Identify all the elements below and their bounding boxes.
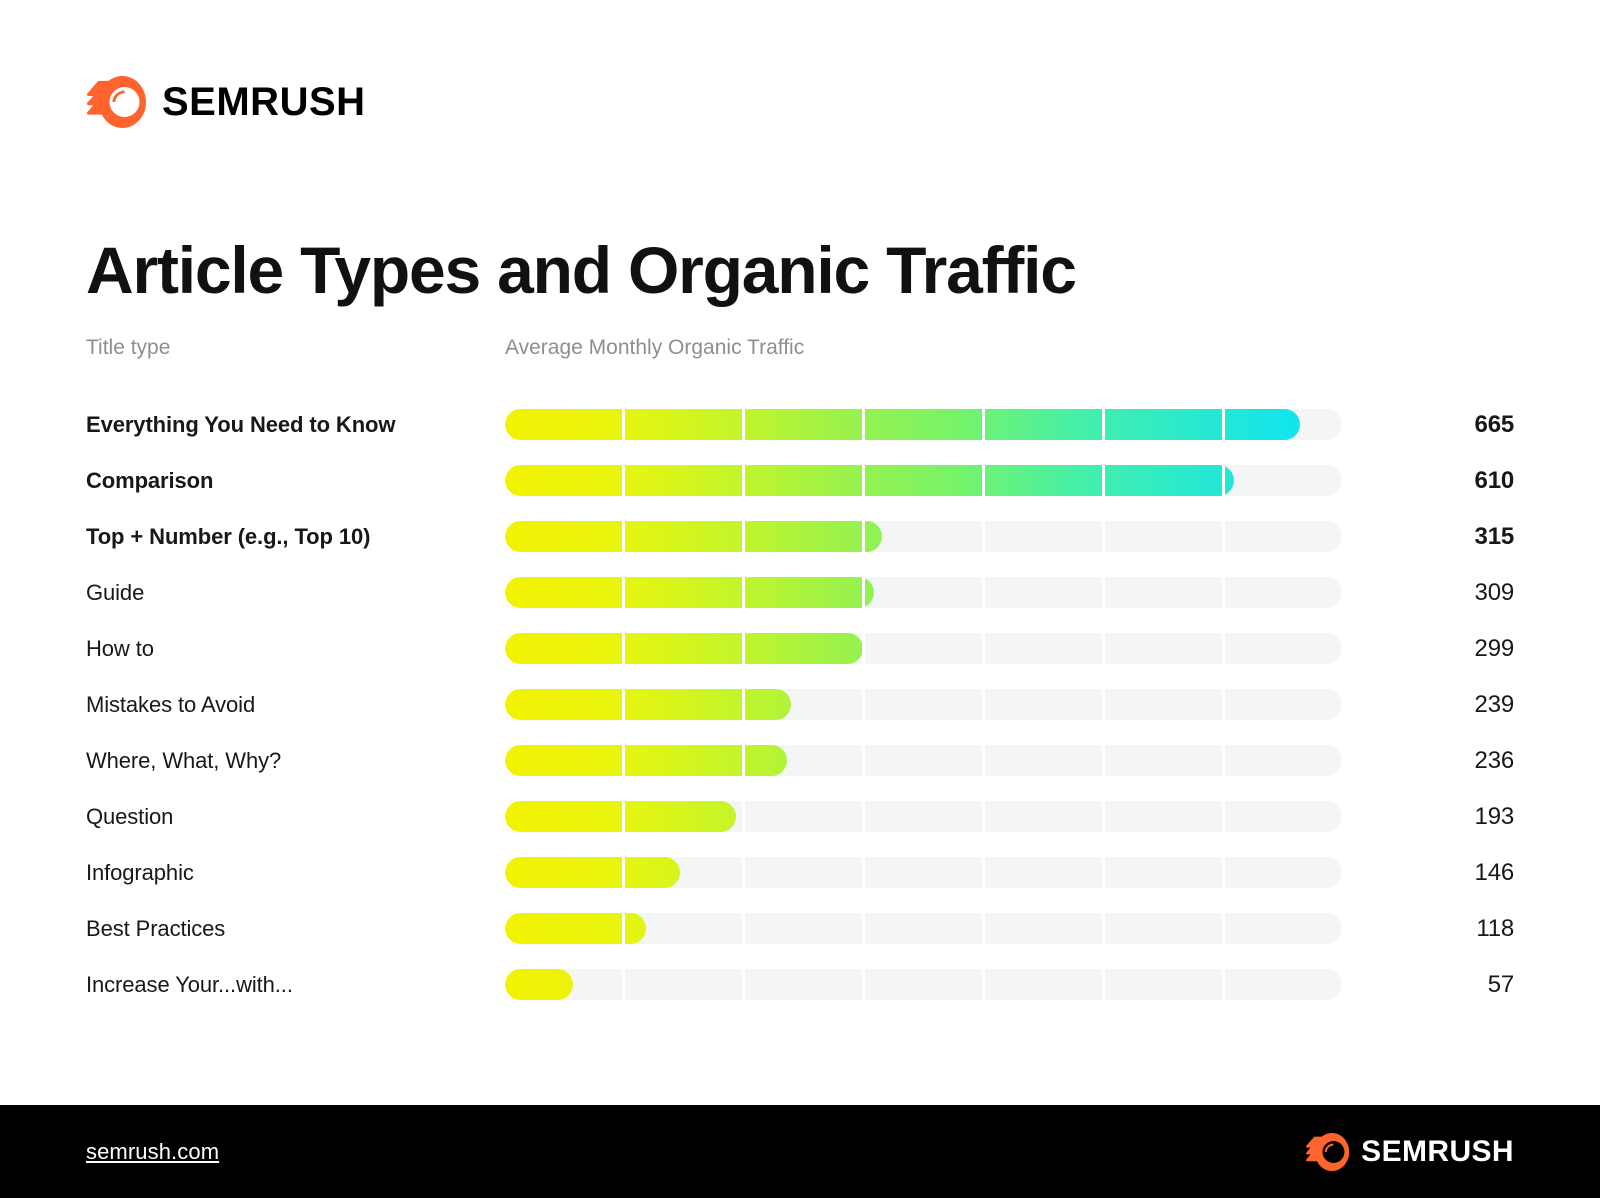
row-value: 315 xyxy=(1474,522,1515,550)
row-label: Infographic xyxy=(86,859,194,885)
row-label: Guide xyxy=(86,579,145,605)
bar-fill xyxy=(505,577,874,608)
bar-track xyxy=(505,577,1342,608)
column-header-traffic: Average Monthly Organic Traffic xyxy=(505,336,805,359)
table-row: Best Practices 118 xyxy=(86,913,1514,944)
bar-fill xyxy=(505,465,1234,496)
bar-fill xyxy=(505,969,573,1000)
page-title: Article Types and Organic Traffic xyxy=(86,233,1077,308)
table-row: How to 299 xyxy=(86,633,1514,664)
bar-fill xyxy=(505,745,787,776)
bar-track xyxy=(505,465,1342,496)
footer-website-link[interactable]: semrush.com xyxy=(86,1139,219,1165)
row-label: Top + Number (e.g., Top 10) xyxy=(86,523,371,549)
table-row: Mistakes to Avoid 239 xyxy=(86,689,1514,720)
bar-track xyxy=(505,857,1342,888)
row-value: 309 xyxy=(1474,578,1515,606)
row-label: Everything You Need to Know xyxy=(86,411,396,437)
bar-track xyxy=(505,521,1342,552)
row-value: 118 xyxy=(1476,914,1514,942)
row-value: 193 xyxy=(1474,802,1515,830)
row-label: Question xyxy=(86,803,174,829)
brand-logo: SEMRUSH xyxy=(86,76,366,128)
row-value: 239 xyxy=(1474,690,1515,718)
row-value: 610 xyxy=(1474,466,1515,494)
row-value: 57 xyxy=(1487,970,1514,998)
bar-fill xyxy=(505,913,646,944)
row-label: How to xyxy=(86,635,154,661)
brand-name: SEMRUSH xyxy=(162,80,366,124)
table-row: Everything You Need to Know 665 xyxy=(86,409,1514,440)
row-value: 299 xyxy=(1474,634,1515,662)
bar-track xyxy=(505,969,1342,1000)
table-row: Guide 309 xyxy=(86,577,1514,608)
semrush-comet-icon xyxy=(86,76,146,128)
bar-track xyxy=(505,745,1342,776)
row-label: Best Practices xyxy=(86,915,226,941)
bar-chart: Title type Average Monthly Organic Traff… xyxy=(86,336,1514,1000)
column-header-title-type: Title type xyxy=(86,336,171,359)
bar-fill xyxy=(505,689,791,720)
footer-brand-name: SEMRUSH xyxy=(1361,1134,1514,1168)
chart-rows: Everything You Need to Know 665 Comparison… xyxy=(86,409,1514,1000)
bar-track xyxy=(505,801,1342,832)
row-label: Mistakes to Avoid xyxy=(86,691,256,717)
row-label: Where, What, Why? xyxy=(86,747,282,773)
bar-fill xyxy=(505,521,882,552)
bar-fill xyxy=(505,409,1300,440)
row-value: 146 xyxy=(1474,858,1515,886)
row-label: Comparison xyxy=(86,467,214,493)
bar-track xyxy=(505,409,1342,440)
footer-bar: semrush.com SEMRUSH xyxy=(0,1105,1600,1198)
bar-fill xyxy=(505,633,863,664)
table-row: Increase Your...with... 57 xyxy=(86,969,1514,1000)
bar-gridlines xyxy=(505,969,1342,1000)
table-row: Infographic 146 xyxy=(86,857,1514,888)
bar-fill xyxy=(505,857,680,888)
table-row: Top + Number (e.g., Top 10) 315 xyxy=(86,521,1514,552)
chart-column-headers: Title type Average Monthly Organic Traff… xyxy=(86,336,1514,376)
row-label: Increase Your...with... xyxy=(86,971,293,997)
row-value: 236 xyxy=(1474,746,1515,774)
table-row: Comparison 610 xyxy=(86,465,1514,496)
table-row: Where, What, Why? 236 xyxy=(86,745,1514,776)
table-row: Question 193 xyxy=(86,801,1514,832)
row-value: 665 xyxy=(1474,410,1515,438)
bar-track xyxy=(505,689,1342,720)
semrush-comet-icon xyxy=(1306,1132,1350,1171)
footer-brand-logo: SEMRUSH xyxy=(1305,1132,1514,1171)
bar-track xyxy=(505,913,1342,944)
bar-track xyxy=(505,633,1342,664)
bar-fill xyxy=(505,801,736,832)
